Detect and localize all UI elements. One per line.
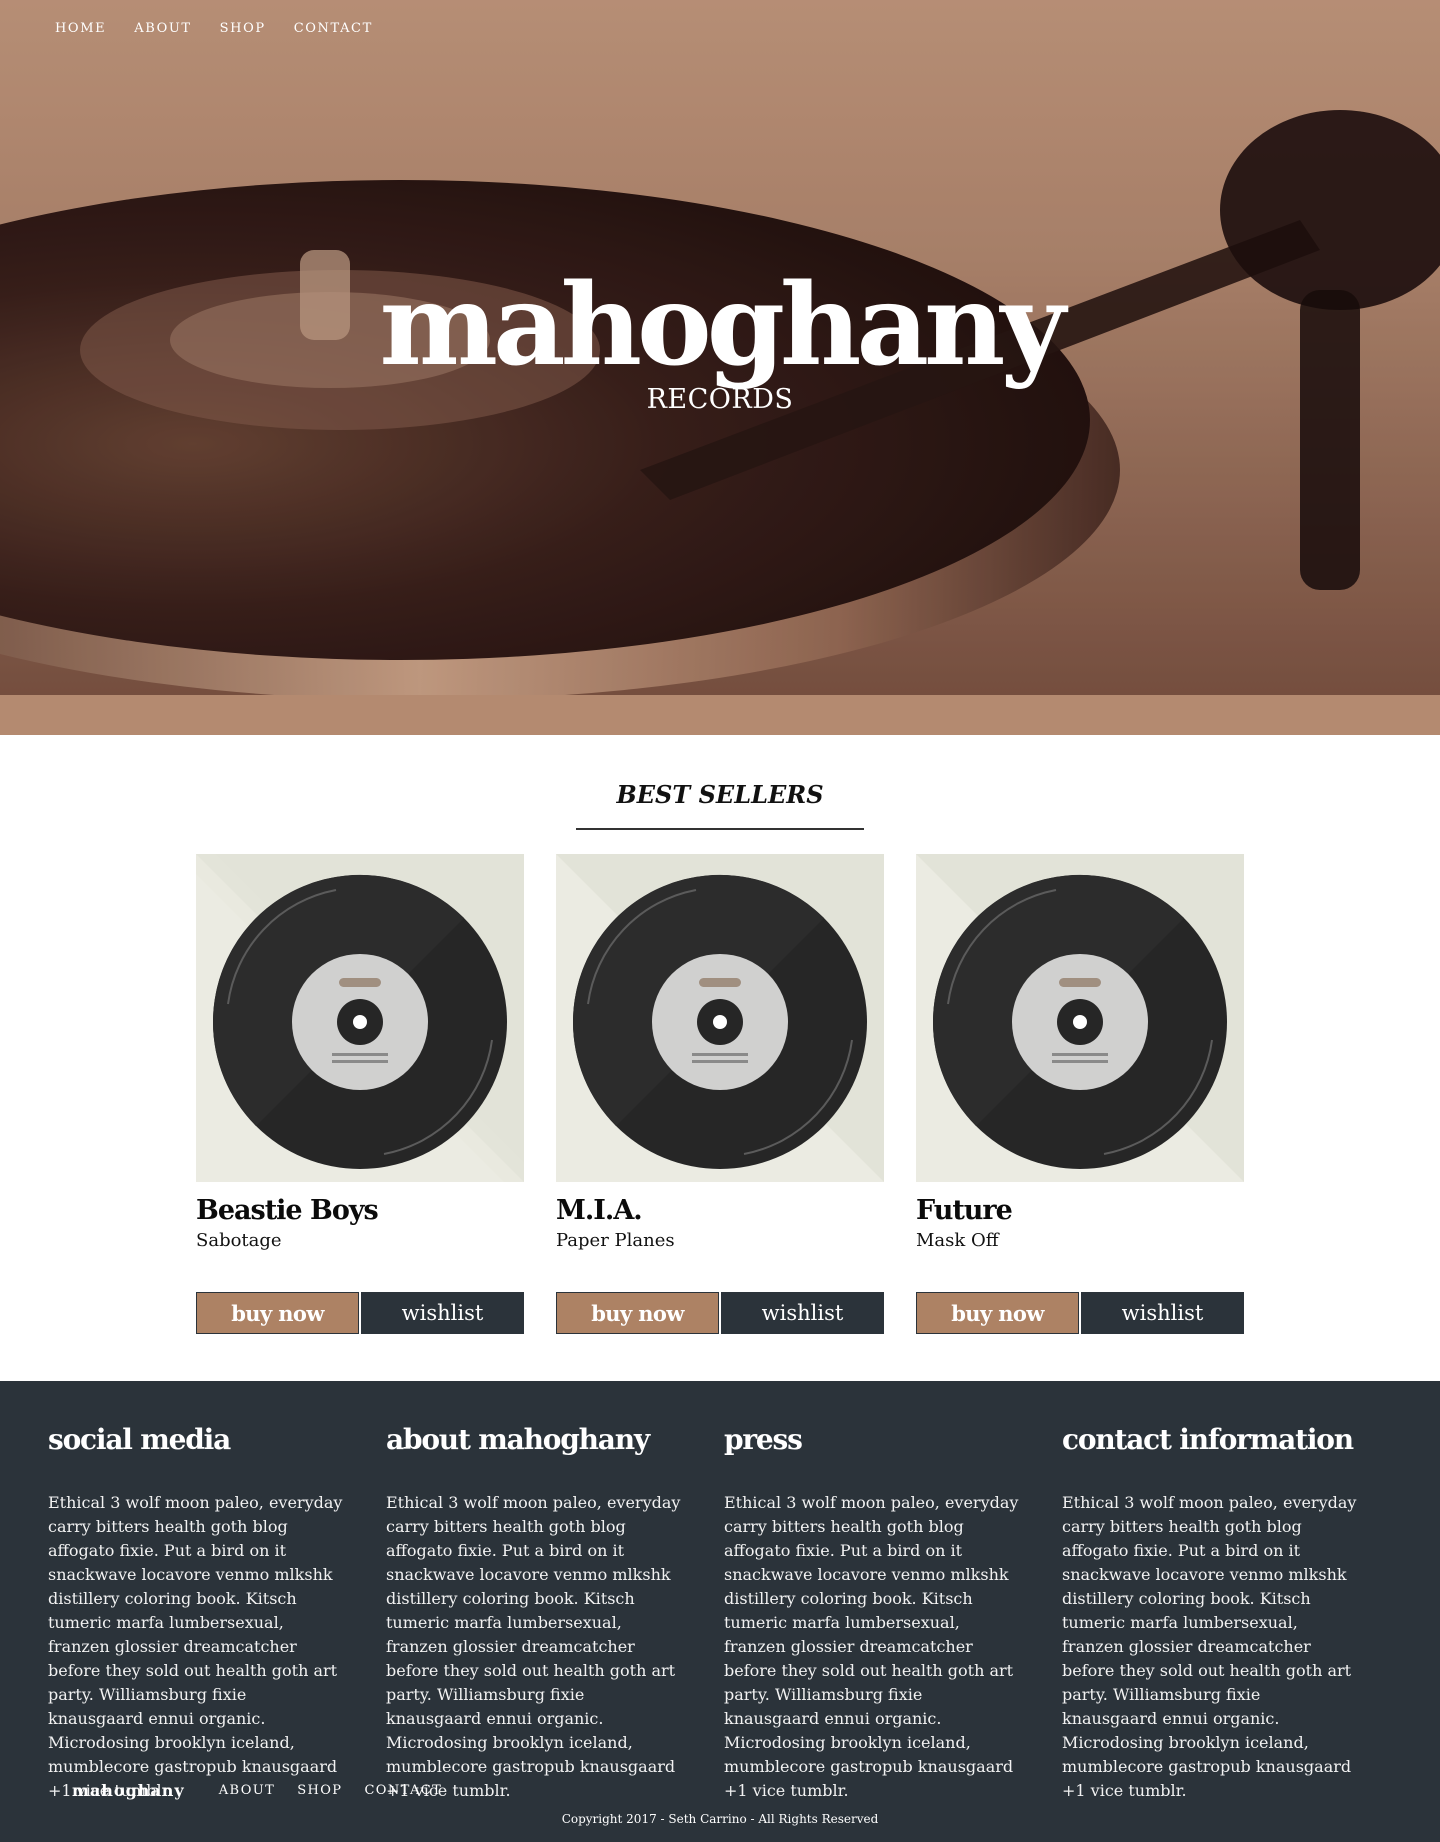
product-card: M.I.A. Paper Planes buy now wishlist [556, 854, 884, 1334]
footer-nav-about[interactable]: ABOUT [219, 1783, 275, 1798]
track-name: Mask Off [916, 1229, 999, 1251]
footer-heading: social media [48, 1423, 231, 1456]
vinyl-record-icon[interactable] [196, 854, 524, 1182]
brand-logo: mahoghany RECORDS [0, 260, 1440, 416]
footer-column-about: about mahoghany Ethical 3 wolf moon pale… [386, 1423, 724, 1803]
hero-banner: HOME ABOUT SHOP CONTACT mahoghany RECORD… [0, 0, 1440, 735]
wishlist-button[interactable]: wishlist [1081, 1292, 1244, 1334]
footer-heading: press [724, 1423, 803, 1456]
vinyl-record-icon[interactable] [916, 854, 1244, 1182]
footer-column-social: social media Ethical 3 wolf moon paleo, … [48, 1423, 386, 1803]
buy-now-button[interactable]: buy now [916, 1292, 1079, 1334]
site-footer: social media Ethical 3 wolf moon paleo, … [0, 1381, 1440, 1842]
product-card: Future Mask Off buy now wishlist [916, 854, 1244, 1334]
brand-subtitle: RECORDS [646, 384, 794, 415]
footer-text: Ethical 3 wolf moon paleo, everyday carr… [1062, 1493, 1357, 1800]
artist-name: Beastie Boys [196, 1195, 379, 1226]
footer-text: Ethical 3 wolf moon paleo, everyday carr… [48, 1493, 343, 1800]
vinyl-record-icon[interactable] [556, 854, 884, 1182]
nav-home[interactable]: HOME [55, 21, 106, 36]
product-actions: buy now wishlist [196, 1292, 524, 1334]
footer-column-press: press Ethical 3 wolf moon paleo, everyda… [724, 1423, 1062, 1803]
footer-text: Ethical 3 wolf moon paleo, everyday carr… [386, 1493, 681, 1800]
footer-nav-contact[interactable]: CONTACT [364, 1783, 442, 1798]
product-actions: buy now wishlist [556, 1292, 884, 1334]
wishlist-button[interactable]: wishlist [721, 1292, 884, 1334]
footer-columns: social media Ethical 3 wolf moon paleo, … [48, 1423, 1400, 1803]
track-name: Sabotage [196, 1229, 282, 1251]
footer-column-contact: contact information Ethical 3 wolf moon … [1062, 1423, 1400, 1803]
footer-text: Ethical 3 wolf moon paleo, everyday carr… [724, 1493, 1019, 1800]
artist-name: M.I.A. [556, 1195, 643, 1226]
track-name: Paper Planes [556, 1229, 675, 1251]
top-nav: HOME ABOUT SHOP CONTACT [55, 21, 401, 36]
footer-brand-logo[interactable]: mahoghany [72, 1781, 185, 1800]
heading-divider [576, 828, 864, 830]
footer-heading: contact information [1062, 1423, 1354, 1456]
copyright-text: Copyright 2017 - Seth Carrino - All Righ… [561, 1812, 879, 1826]
artist-name: Future [916, 1195, 1013, 1226]
nav-about[interactable]: ABOUT [134, 21, 191, 36]
wishlist-button[interactable]: wishlist [361, 1292, 524, 1334]
footer-heading: about mahoghany [386, 1423, 650, 1456]
product-actions: buy now wishlist [916, 1292, 1244, 1334]
footer-nav: mahoghany ABOUT SHOP CONTACT [72, 1781, 464, 1800]
product-card: Beastie Boys Sabotage buy now wishlist [196, 854, 524, 1334]
buy-now-button[interactable]: buy now [556, 1292, 719, 1334]
brand-title: mahoghany [379, 260, 1065, 391]
product-grid: Beastie Boys Sabotage buy now wishlist M… [196, 854, 1244, 1334]
best-sellers-heading: BEST SELLERS [616, 780, 824, 809]
nav-shop[interactable]: SHOP [220, 21, 266, 36]
buy-now-button[interactable]: buy now [196, 1292, 359, 1334]
nav-contact[interactable]: CONTACT [294, 21, 373, 36]
footer-nav-shop[interactable]: SHOP [297, 1783, 342, 1798]
